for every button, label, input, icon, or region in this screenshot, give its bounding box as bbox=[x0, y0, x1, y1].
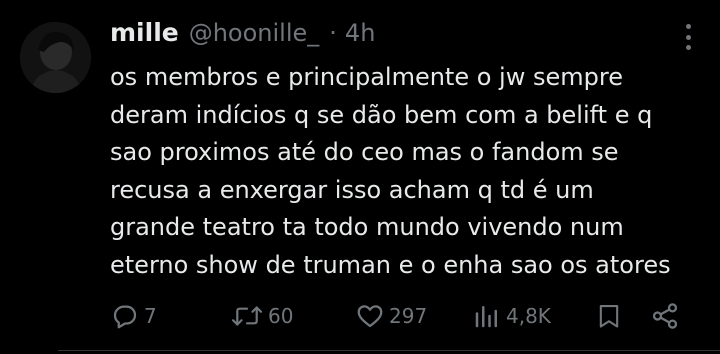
tweet-text-line: os membros e principalmente o jw sempre bbox=[110, 63, 623, 91]
tweet-text: os membros e principalmente o jw sempre … bbox=[110, 59, 710, 284]
views-button[interactable]: 4,8K bbox=[472, 296, 551, 336]
tweet-header: mille @hoonille_ · 4h bbox=[110, 18, 375, 54]
avatar[interactable] bbox=[20, 22, 91, 93]
timestamp[interactable]: 4h bbox=[345, 19, 375, 47]
bookmark-button[interactable] bbox=[595, 296, 623, 336]
tweet-text-line: eterno show de truman e o enha sao os at… bbox=[110, 250, 671, 279]
author-handle[interactable]: @hoonille_ bbox=[189, 19, 320, 47]
tweet-text-line: recusa a enxergar isso acham q td é um bbox=[110, 175, 594, 204]
repost-count: 60 bbox=[268, 304, 294, 328]
tweet-text-line: grande teatro ta todo mundo vivendo num bbox=[110, 213, 624, 241]
bar-chart-icon bbox=[472, 301, 502, 331]
repost-arrows-icon bbox=[230, 301, 264, 331]
divider bbox=[58, 350, 720, 351]
like-button[interactable]: 297 bbox=[355, 296, 427, 336]
tweet[interactable]: mille @hoonille_ · 4h os membros e princ… bbox=[0, 0, 720, 354]
heart-icon bbox=[355, 301, 385, 331]
reply-button[interactable]: 7 bbox=[110, 296, 157, 336]
more-dots-icon[interactable] bbox=[680, 24, 696, 50]
repost-button[interactable]: 60 bbox=[230, 296, 293, 336]
tweet-text-line: sao proximos até do ceo mas o fandom se bbox=[110, 138, 619, 166]
reply-count: 7 bbox=[144, 304, 157, 328]
bookmark-icon bbox=[595, 301, 623, 331]
reply-bubble-icon bbox=[110, 301, 140, 331]
author-name[interactable]: mille bbox=[110, 18, 179, 47]
like-count: 297 bbox=[389, 304, 428, 328]
share-button[interactable] bbox=[650, 296, 680, 336]
separator-dot: · bbox=[329, 19, 337, 47]
share-icon bbox=[650, 301, 680, 331]
action-bar: 7 60 297 4,8K bbox=[110, 296, 690, 336]
views-count: 4,8K bbox=[506, 304, 551, 328]
tweet-text-line: deram indícios q se dão bem com a belift… bbox=[110, 100, 653, 129]
